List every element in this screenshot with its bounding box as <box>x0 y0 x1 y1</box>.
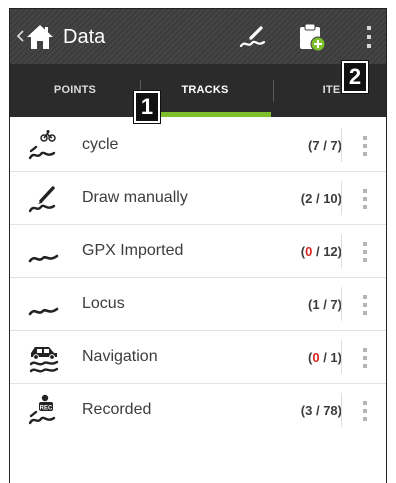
row-divider <box>341 340 342 374</box>
track-count: (7 / 7) <box>308 138 342 153</box>
track-line-icon <box>28 254 59 263</box>
track-name: Locus <box>82 295 125 312</box>
callout-2: 2 <box>342 61 368 93</box>
overflow-menu-icon[interactable] <box>364 23 374 51</box>
track-count: (3 / 78) <box>300 403 342 418</box>
row-menu-icon[interactable] <box>362 346 368 370</box>
visible-count: 1 <box>312 297 320 312</box>
tab-items[interactable]: ITE <box>275 64 386 117</box>
visible-count: 7 <box>312 138 320 153</box>
row-divider <box>341 234 342 268</box>
visible-count: 0 <box>305 244 313 259</box>
tab-points[interactable]: POINTS <box>10 64 140 117</box>
tab-divider <box>273 80 274 102</box>
list-item[interactable]: cycle (7 / 7) <box>10 119 386 172</box>
total-count: 1 <box>330 350 338 365</box>
rec-track-icon: REC <box>28 394 56 425</box>
list-item[interactable]: Navigation (0 / 1) <box>10 331 386 384</box>
track-count: (0 / 1) <box>308 350 342 365</box>
list-item[interactable]: Locus (1 / 7) <box>10 278 386 331</box>
row-menu-icon[interactable] <box>362 240 368 264</box>
action-bar: Data <box>10 9 386 64</box>
total-count: 10 <box>323 191 338 206</box>
draw-track-icon[interactable] <box>238 22 268 52</box>
row-menu-icon[interactable] <box>362 399 368 423</box>
visible-count: 0 <box>312 350 320 365</box>
row-divider <box>341 393 342 427</box>
page-title: Data <box>63 26 106 48</box>
total-count: 78 <box>323 403 338 418</box>
track-name: Recorded <box>82 401 152 418</box>
total-count: 7 <box>330 138 338 153</box>
tab-bar: POINTS TRACKS ITE <box>10 64 386 117</box>
total-count: 12 <box>323 244 338 259</box>
import-clipboard-icon[interactable] <box>296 21 328 53</box>
track-count: (2 / 10) <box>300 191 342 206</box>
track-list: cycle (7 / 7) Draw manually (2 / 10) GPX… <box>10 119 386 437</box>
track-name: Navigation <box>82 348 158 365</box>
row-menu-icon[interactable] <box>362 187 368 211</box>
svg-text:REC: REC <box>40 406 53 412</box>
cycle-track-icon <box>28 130 56 160</box>
track-line-icon <box>28 307 59 316</box>
draw-track-icon <box>28 186 56 213</box>
row-menu-icon[interactable] <box>362 134 368 158</box>
track-name: Draw manually <box>82 189 188 206</box>
app-window: Data POINTS TRACKS ITE 1 2 cycle (7 / 7)… <box>9 8 387 483</box>
list-item[interactable]: GPX Imported (0 / 12) <box>10 225 386 278</box>
row-menu-icon[interactable] <box>362 293 368 317</box>
track-count: (0 / 12) <box>300 244 342 259</box>
track-name: GPX Imported <box>82 242 184 259</box>
row-divider <box>341 181 342 215</box>
home-icon[interactable] <box>26 24 54 50</box>
row-divider <box>341 287 342 321</box>
row-divider <box>341 128 342 162</box>
visible-count: 2 <box>305 191 313 206</box>
chevron-left-icon[interactable] <box>14 26 26 46</box>
list-item[interactable]: Draw manually (2 / 10) <box>10 172 386 225</box>
list-item[interactable]: REC Recorded (3 / 78) <box>10 384 386 437</box>
total-count: 7 <box>330 297 338 312</box>
track-count: (1 / 7) <box>308 297 342 312</box>
track-name: cycle <box>82 136 119 153</box>
car-track-icon <box>29 347 59 373</box>
visible-count: 3 <box>305 403 313 418</box>
